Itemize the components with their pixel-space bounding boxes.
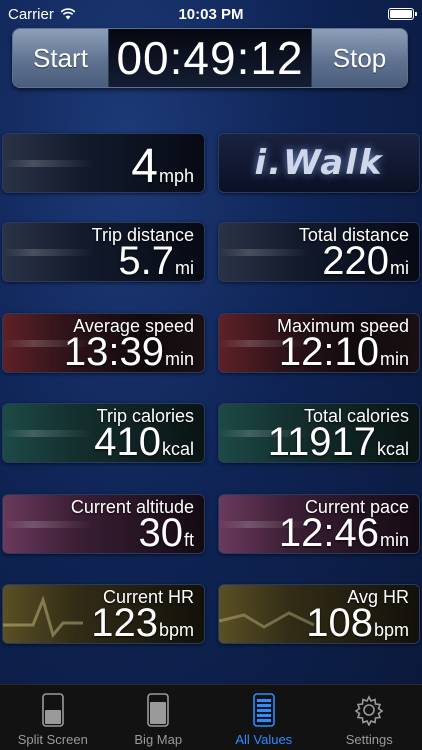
metric-unit: min: [379, 530, 409, 550]
trip-calories-tile: Trip calories 410kcal: [2, 403, 205, 463]
tab-settings[interactable]: Settings: [317, 685, 422, 750]
metric-unit: min: [379, 349, 409, 369]
metric-value: 5.7: [118, 239, 174, 282]
metric-unit: bpm: [158, 620, 194, 640]
metric-value: 12:10: [278, 330, 379, 373]
app-logo: i.Walk: [254, 143, 384, 183]
metric-value: 13:39: [63, 330, 164, 373]
tab-label: Big Map: [134, 732, 183, 747]
split-screen-icon: [41, 693, 64, 727]
app-logo-tile: i.Walk: [218, 133, 420, 193]
tab-all-values[interactable]: All Values: [211, 685, 317, 750]
stop-button[interactable]: Stop: [311, 29, 407, 87]
metric-value: 220: [322, 239, 389, 282]
wifi-icon: [60, 8, 76, 20]
avg-hr-tile: Avg HR 108bpm: [218, 584, 420, 644]
metric-unit: min: [164, 349, 194, 369]
metric-unit: bpm: [373, 620, 409, 640]
metric-unit: kcal: [161, 439, 194, 459]
carrier-group: Carrier: [8, 6, 76, 23]
tab-label: All Values: [235, 732, 293, 747]
metric-unit: mi: [390, 258, 409, 278]
current-altitude-tile: Current altitude 30ft: [2, 494, 205, 554]
all-values-icon: [252, 693, 275, 727]
metric-unit: kcal: [376, 439, 409, 459]
current-pace-tile: Current pace 12:46min: [218, 494, 420, 554]
timer-bar: Start 00:49:12 Stop: [12, 28, 408, 88]
metric-value: 30: [138, 511, 183, 554]
elapsed-time-display: 00:49:12: [109, 29, 311, 87]
total-distance-tile: Total distance 220mi: [218, 222, 420, 282]
battery-icon: [388, 8, 417, 20]
metric-unit: mi: [175, 258, 194, 278]
current-hr-tile: Current HR 123bpm: [2, 584, 205, 644]
total-calories-tile: Total calories 11917kcal: [218, 403, 420, 463]
speed-unit: mph: [158, 166, 194, 186]
settings-gear-icon: [354, 695, 384, 726]
average-speed-tile: Average speed 13:39min: [2, 313, 205, 373]
tab-label: Settings: [345, 732, 393, 747]
trip-distance-tile: Trip distance 5.7mi: [2, 222, 205, 282]
metric-value: 410: [94, 420, 161, 463]
tab-split-screen[interactable]: Split Screen: [0, 685, 106, 750]
status-right: [388, 8, 417, 20]
carrier-label: Carrier: [8, 5, 54, 23]
tab-bar: Split Screen Big Map All Values Settings: [0, 684, 422, 750]
metric-value: 108: [306, 601, 373, 644]
speed-value: 4: [131, 140, 158, 193]
status-bar: Carrier 10:03 PM: [0, 0, 422, 28]
maximum-speed-tile: Maximum speed 12:10min: [218, 313, 420, 373]
tab-label: Split Screen: [17, 732, 88, 747]
speed-tile: 4mph: [2, 133, 205, 193]
metric-unit: ft: [183, 530, 194, 550]
metric-value: 11917: [267, 420, 376, 463]
metric-value: 12:46: [278, 511, 379, 554]
big-map-icon: [147, 693, 170, 727]
metric-value: 123: [91, 601, 158, 644]
start-button[interactable]: Start: [13, 29, 109, 87]
tab-big-map[interactable]: Big Map: [106, 685, 212, 750]
